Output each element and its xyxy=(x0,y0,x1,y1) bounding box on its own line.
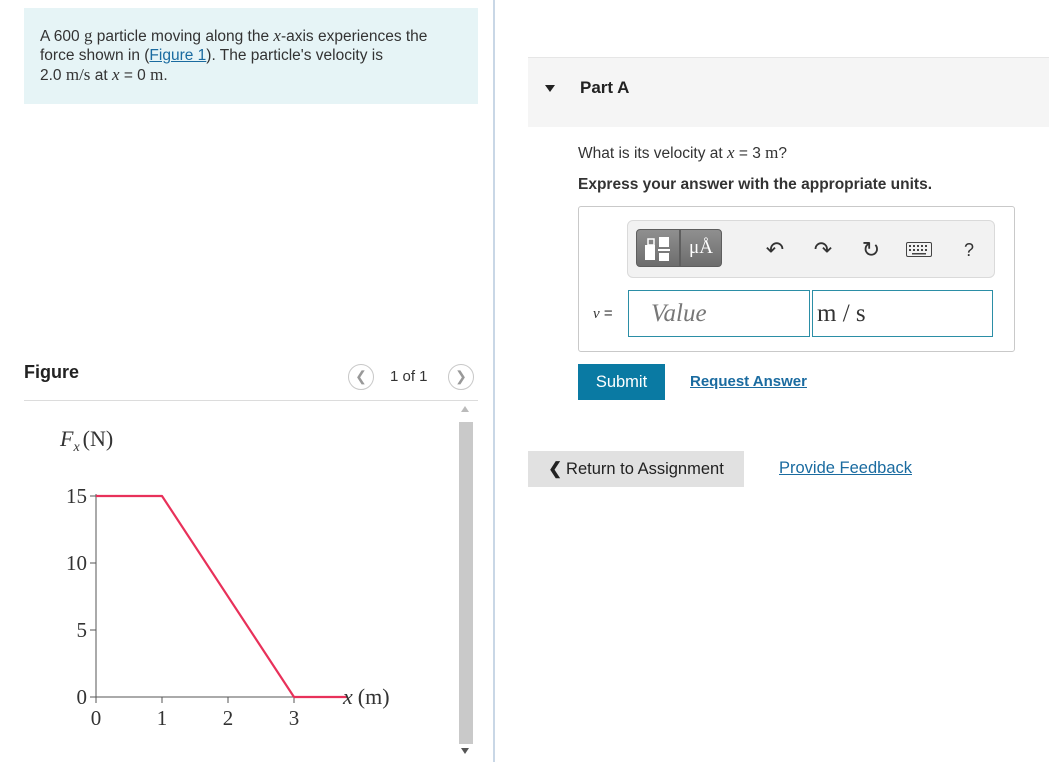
y-axis-label-sub: x xyxy=(72,440,80,455)
y-tick-label: 15 xyxy=(66,484,87,508)
chart-axes xyxy=(95,494,341,698)
x-axis-label: x (m) xyxy=(342,684,390,709)
answer-box: μÅ ↶ ↷ ↻ ? v = xyxy=(578,206,1015,352)
help-icon[interactable]: ? xyxy=(954,235,984,265)
question-text-part: ? xyxy=(778,145,788,162)
x-tick-label: 2 xyxy=(223,706,234,730)
undo-icon[interactable]: ↶ xyxy=(760,235,790,265)
chevron-left-icon[interactable]: ❮ xyxy=(348,364,374,390)
chevron-right-icon[interactable]: ❯ xyxy=(448,364,474,390)
problem-text: particle moving along the xyxy=(92,28,274,45)
scroll-up-arrow-icon[interactable] xyxy=(461,406,469,412)
answer-equals: = xyxy=(599,305,613,322)
part-title: Part A xyxy=(580,78,630,97)
problem-line-2: force shown in (Figure 1). The particle'… xyxy=(40,46,462,65)
problem-text: -axis experiences the xyxy=(280,28,428,45)
scroll-down-arrow-icon[interactable] xyxy=(461,748,469,754)
chevron-left-icon: ❮ xyxy=(548,460,563,478)
problem-text: . xyxy=(163,67,168,84)
x-axis-label-unit: (m) xyxy=(358,684,390,709)
velocity-value: 2.0 xyxy=(40,67,66,84)
value-input[interactable] xyxy=(628,290,810,337)
question-variable: x xyxy=(727,143,735,162)
problem-text: = 0 xyxy=(119,67,151,84)
instruction-text: Express your answer with the appropriate… xyxy=(578,176,933,193)
y-axis-label-unit: (N) xyxy=(83,426,114,451)
figure-link[interactable]: Figure 1 xyxy=(149,47,206,64)
question-text: What is its velocity at x = 3 m? xyxy=(578,143,787,163)
keyboard-icon[interactable] xyxy=(904,235,934,265)
pane-divider xyxy=(493,0,495,762)
figure-title: Figure xyxy=(24,362,80,382)
submit-button[interactable]: Submit xyxy=(578,364,665,400)
problem-text: A 600 xyxy=(40,28,84,45)
position-variable: x xyxy=(111,65,120,84)
caret-down-icon[interactable] xyxy=(545,85,555,92)
return-label: Return to Assignment xyxy=(566,460,724,478)
units-input[interactable] xyxy=(812,290,993,337)
x-tick-label: 0 xyxy=(91,706,102,730)
x-tick-label: 1 xyxy=(157,706,168,730)
problem-text: force shown in ( xyxy=(40,47,150,64)
templates-icon[interactable] xyxy=(636,229,680,267)
request-answer-link[interactable]: Request Answer xyxy=(690,373,807,390)
axis-variable: x xyxy=(273,26,281,45)
scroll-thumb[interactable] xyxy=(459,422,473,744)
velocity-unit: m/s xyxy=(65,65,91,84)
force-series-line xyxy=(96,494,347,699)
question-text-part: = 3 xyxy=(734,145,766,162)
x-axis-label-var: x xyxy=(342,684,353,709)
part-a-header[interactable]: Part A xyxy=(528,57,1049,127)
y-axis-label-var: F xyxy=(59,426,74,451)
question-unit: m xyxy=(765,143,779,162)
problem-line-3: 2.0 m/s at x = 0 m. xyxy=(40,65,462,85)
problem-text: ). The particle's velocity is xyxy=(206,47,383,64)
y-axis-label: Fx (N) xyxy=(59,426,113,455)
y-tick-label: 10 xyxy=(66,551,87,575)
return-to-assignment-button[interactable]: ❮ Return to Assignment xyxy=(528,451,744,487)
y-tick-label: 5 xyxy=(77,618,88,642)
figure-scrollbar[interactable] xyxy=(457,404,475,762)
force-position-chart: 0510150 1 2 3 Fx (N) x (m) xyxy=(59,426,390,730)
chart-ticks: 0 5 10 15 0 1 2 3 xyxy=(66,484,299,730)
units-button[interactable]: μÅ xyxy=(680,229,722,267)
answer-variable: v xyxy=(593,306,600,322)
problem-statement: A 600 g particle moving along the x-axis… xyxy=(24,8,478,104)
reset-icon[interactable]: ↻ xyxy=(856,235,886,265)
problem-text: at xyxy=(90,67,112,84)
figure-counter: 1 of 1 xyxy=(390,368,428,385)
redo-icon[interactable]: ↷ xyxy=(808,235,838,265)
math-toolbar: μÅ ↶ ↷ ↻ ? xyxy=(627,220,995,278)
problem-line-1: A 600 g particle moving along the x-axis… xyxy=(40,26,462,46)
x-tick-label: 3 xyxy=(289,706,300,730)
y-tick-label: 0 xyxy=(77,685,88,709)
answer-variable-label: v = xyxy=(593,305,613,323)
question-text-part: What is its velocity at xyxy=(578,145,728,162)
provide-feedback-link[interactable]: Provide Feedback xyxy=(779,459,912,478)
chart-series xyxy=(96,494,347,699)
position-unit: m xyxy=(150,65,164,84)
